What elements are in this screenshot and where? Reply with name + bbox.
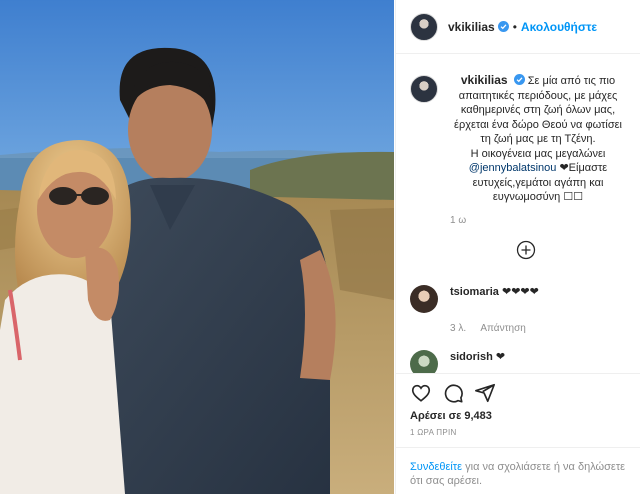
caption-username[interactable]: vkikilias xyxy=(461,73,508,87)
comments-area[interactable]: vkikilias Σε μία από τις πιο απαιτητικές… xyxy=(396,55,640,373)
share-icon[interactable] xyxy=(474,382,496,404)
heart-icon[interactable] xyxy=(410,382,432,404)
caption-line: ❤Είμαστε xyxy=(556,162,608,174)
separator-dot: • xyxy=(512,19,517,34)
author-avatar[interactable] xyxy=(410,12,438,41)
caption-line: Σε μία από τις πιο xyxy=(527,75,616,87)
login-link[interactable]: Συνδεθείτε xyxy=(410,461,462,473)
comment-item: tsiomaria ❤❤❤❤ xyxy=(410,284,626,313)
post-photo-illustration xyxy=(0,0,394,494)
login-prompt: Συνδεθείτε για να σχολιάσετε ή να δηλώσε… xyxy=(396,447,640,488)
comment-body: ❤❤❤❤ xyxy=(501,285,539,298)
commenter-username[interactable]: sidorish xyxy=(450,351,493,363)
caption-line: ευτυχείς,γεμάτοι αγάπη και xyxy=(472,176,604,189)
caption-line: έρχεται ένα δώρο Θεού να φωτίσει xyxy=(454,118,622,131)
comment-text: sidorish ❤ xyxy=(450,350,505,363)
commenter-avatar[interactable] xyxy=(410,284,438,313)
caption-line: καθημερινές στη ζωή όλων μας, xyxy=(460,104,616,116)
verified-badge-icon xyxy=(513,74,525,85)
author-username[interactable]: vkikilias xyxy=(448,20,495,34)
commenter-username[interactable]: tsiomaria xyxy=(450,286,499,298)
post-actions: Αρέσει σε 9,483 1 ΩΡΑ ΠΡΙΝ xyxy=(396,373,640,437)
caption-line: τη ζωή μας με τη Τζένη. xyxy=(480,133,596,145)
reply-button[interactable]: Απάντηση xyxy=(480,323,525,334)
comment-body: ❤ xyxy=(495,350,506,363)
action-icons xyxy=(410,382,626,404)
caption-line: απαιτητικές περιόδους, με μάχες xyxy=(458,89,618,102)
caption-line: ευγνωμοσύνη ☐☐ xyxy=(492,191,584,203)
verified-badge-icon xyxy=(497,21,509,32)
caption-mention[interactable]: @jennybalatsinou xyxy=(469,162,557,174)
caption-avatar[interactable] xyxy=(410,75,438,103)
post-side-panel: vkikilias • Ακολουθήστε vkikilias Σε μία… xyxy=(395,0,640,494)
comment-icon[interactable] xyxy=(442,382,464,404)
comment-item: sidorish ❤ xyxy=(410,349,626,373)
likes-count[interactable]: Αρέσει σε 9,483 xyxy=(410,410,626,422)
comment-text: tsiomaria ❤❤❤❤ xyxy=(450,285,539,298)
commenter-avatar[interactable] xyxy=(410,349,438,373)
post-photo xyxy=(0,0,394,494)
caption-line: Η οικογένεια μας μεγαλώνει xyxy=(470,147,606,160)
comment-meta: 3 λ. Απάντηση xyxy=(450,323,626,334)
caption-time[interactable]: 1 ω xyxy=(450,215,626,226)
post-time[interactable]: 1 ΩΡΑ ΠΡΙΝ xyxy=(410,428,626,437)
comment-time[interactable]: 3 λ. xyxy=(450,323,466,334)
plus-circle-icon[interactable] xyxy=(516,240,536,260)
caption: vkikilias Σε μία από τις πιο απαιτητικές… xyxy=(410,73,626,205)
post-header: vkikilias • Ακολουθήστε xyxy=(396,0,640,54)
caption-text: vkikilias Σε μία από τις πιο απαιτητικές… xyxy=(450,73,626,205)
follow-button[interactable]: Ακολουθήστε xyxy=(521,20,597,34)
